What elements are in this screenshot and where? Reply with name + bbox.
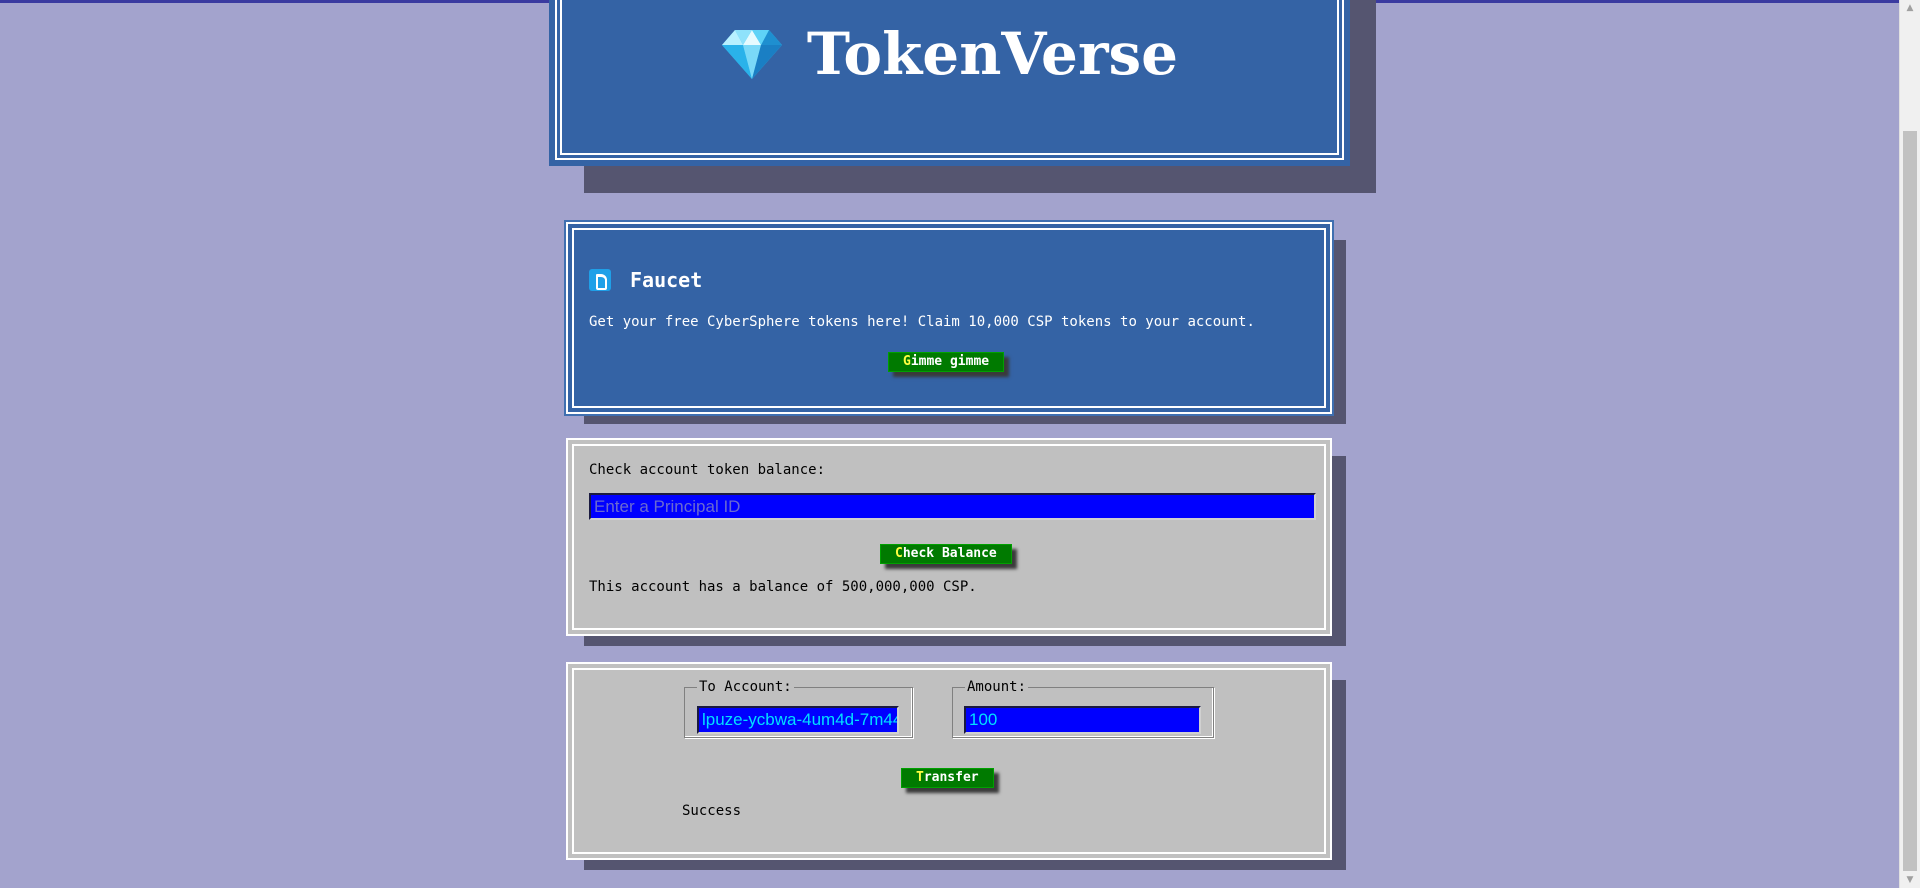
to-account-input[interactable]: lpuze-ycbwa-4um4d-7m44a- xyxy=(697,706,899,734)
gimme-button-label: imme gimme xyxy=(910,354,990,369)
check-balance-button[interactable]: Check Balance xyxy=(880,544,1012,564)
faucet-icon xyxy=(589,269,611,291)
diamond-icon xyxy=(721,30,782,79)
faucet-description: Get your free CyberSphere tokens here! C… xyxy=(589,314,1255,330)
app-header: TokenVerse xyxy=(549,0,1350,166)
scroll-up-arrow-icon[interactable]: ▲ xyxy=(1900,0,1920,16)
transfer-hotkey: T xyxy=(916,770,924,785)
scrollbar-thumb[interactable] xyxy=(1903,131,1917,871)
transfer-button[interactable]: Transfer xyxy=(901,768,994,788)
gimme-gimme-button[interactable]: Gimme gimme xyxy=(888,352,1005,372)
balance-panel: Check account token balance: Enter a Pri… xyxy=(566,438,1332,636)
faucet-heading: Faucet xyxy=(589,268,702,292)
gimme-button-hotkey: G xyxy=(903,354,911,369)
check-balance-label: heck Balance xyxy=(902,546,997,561)
faucet-panel: Faucet Get your free CyberSphere tokens … xyxy=(564,220,1334,416)
transfer-panel: To Account: lpuze-ycbwa-4um4d-7m44a- Amo… xyxy=(566,662,1332,860)
check-balance-hotkey: C xyxy=(895,546,903,561)
principal-id-input[interactable]: Enter a Principal ID xyxy=(589,493,1316,520)
balance-result: This account has a balance of 500,000,00… xyxy=(589,579,977,595)
amount-input[interactable]: 100 xyxy=(964,706,1201,734)
amount-legend: Amount: xyxy=(967,679,1027,695)
scroll-down-arrow-icon[interactable]: ▼ xyxy=(1900,872,1920,888)
transfer-status: Success xyxy=(682,803,742,819)
app-title: TokenVerse xyxy=(806,20,1179,88)
transfer-label: ransfer xyxy=(923,770,979,785)
balance-label: Check account token balance: xyxy=(589,462,826,478)
to-account-legend: To Account: xyxy=(699,679,792,695)
page-scrollbar[interactable]: ▲ ▼ xyxy=(1899,0,1920,888)
faucet-title: Faucet xyxy=(630,268,703,292)
